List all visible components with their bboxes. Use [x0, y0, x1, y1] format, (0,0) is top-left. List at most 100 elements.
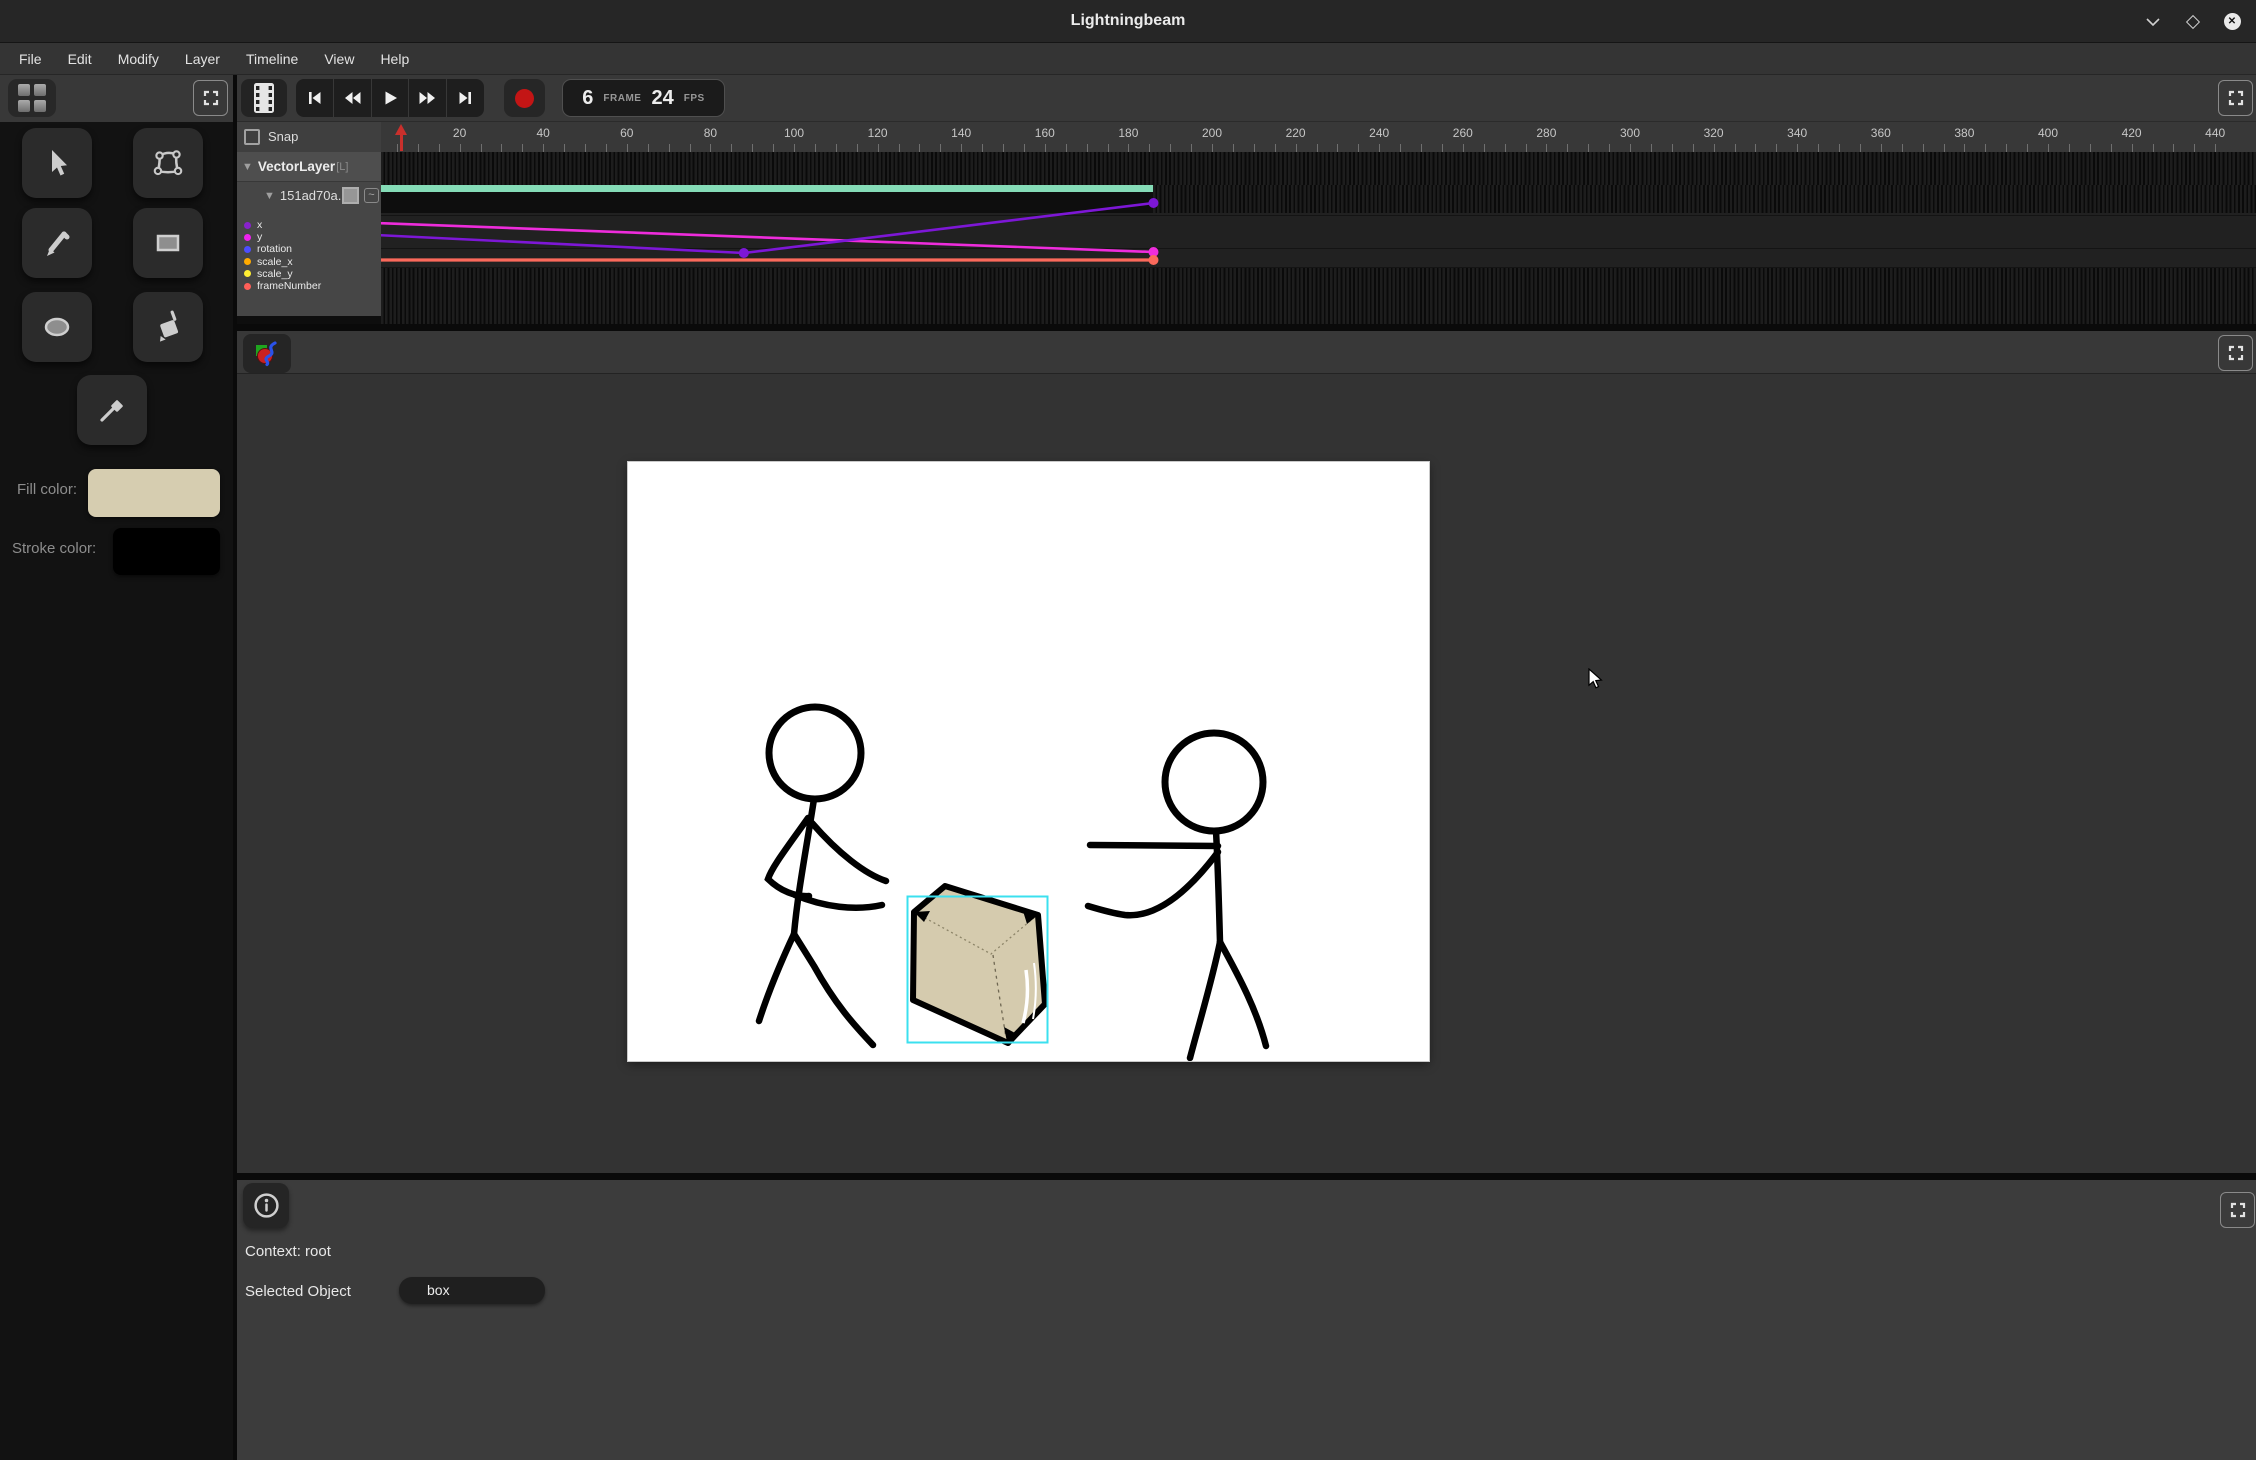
menu-item-help[interactable]: Help	[367, 43, 422, 75]
property-row-x[interactable]: x	[237, 219, 381, 231]
timeline-menu-button[interactable]	[241, 79, 287, 117]
transform-icon	[150, 145, 186, 181]
playhead-icon[interactable]	[395, 124, 407, 135]
film-strip-icon	[254, 83, 274, 113]
timeline-expand-button[interactable]	[2218, 80, 2253, 116]
symbol-row[interactable]: ▼ 151ad70a... ~	[237, 182, 381, 209]
window-title: Lightningbeam	[0, 0, 2256, 42]
status-panel-expand-button[interactable]	[2220, 1192, 2255, 1228]
property-color-dot	[244, 222, 251, 229]
paint-bucket-icon	[151, 310, 185, 344]
maximize-button[interactable]	[2180, 0, 2206, 43]
snap-row: Snap	[237, 122, 381, 152]
keyframe-x-88[interactable]	[739, 248, 749, 258]
ellipse-tool-button[interactable]	[22, 292, 92, 362]
menu-item-edit[interactable]: Edit	[55, 43, 105, 75]
curve-y	[381, 223, 1153, 252]
menu-item-modify[interactable]: Modify	[105, 43, 172, 75]
selected-object-label: Selected Object	[245, 1283, 351, 1300]
property-name: scale_y	[257, 268, 293, 280]
layer-row-vectorlayer[interactable]: ▼ VectorLayer [L]	[237, 152, 381, 182]
skip-to-end-button[interactable]	[447, 79, 484, 117]
pencil-tool-button[interactable]	[22, 208, 92, 278]
rewind-button[interactable]	[334, 79, 372, 117]
canvas-tab-strip	[237, 331, 2256, 374]
fill-color-label: Fill color:	[17, 481, 77, 498]
pencil-icon	[40, 226, 74, 260]
close-button[interactable]: ✕	[2219, 0, 2245, 43]
rewind-icon	[342, 88, 362, 108]
menu-item-timeline[interactable]: Timeline	[233, 43, 311, 75]
frame-value: 6	[582, 87, 593, 110]
canvas-workspace[interactable]	[237, 374, 2256, 1173]
record-button[interactable]	[504, 79, 545, 117]
scene-tab-button[interactable]	[243, 334, 291, 373]
paint-bucket-tool-button[interactable]	[133, 292, 203, 362]
property-color-dot	[244, 283, 251, 290]
canvas-expand-button[interactable]	[2218, 335, 2253, 371]
ellipse-icon	[40, 310, 74, 344]
minimize-button[interactable]	[2140, 0, 2166, 43]
play-icon	[380, 88, 400, 108]
fps-value: 24	[651, 87, 673, 110]
timeline-tracks[interactable]: 0204060801001201401601802002202402602803…	[381, 122, 2256, 324]
timeline-panel: Snap ▼ VectorLayer [L] ▼ 151ad70a... ~ x…	[237, 122, 2256, 324]
eyedropper-tool-button[interactable]	[77, 375, 147, 445]
fast-forward-button[interactable]	[409, 79, 447, 117]
stick-figure-right[interactable]	[1088, 733, 1266, 1058]
property-row-y[interactable]: y	[237, 231, 381, 243]
box-object[interactable]	[908, 886, 1048, 1043]
transform-tool-button[interactable]	[133, 128, 203, 198]
stroke-color-swatch[interactable]	[113, 528, 220, 575]
fast-forward-icon	[418, 88, 438, 108]
stick-figure-left[interactable]	[759, 707, 886, 1045]
stage[interactable]	[628, 462, 1429, 1061]
eyedropper-icon	[95, 393, 129, 427]
property-list: xyrotationscale_xscale_yframeNumber	[237, 209, 381, 292]
mouse-cursor	[1588, 668, 1608, 690]
layer-name: VectorLayer	[258, 159, 335, 174]
tools-panel-expand-button[interactable]	[193, 80, 228, 116]
stroke-color-label: Stroke color:	[12, 540, 96, 557]
fill-color-swatch[interactable]	[88, 469, 220, 517]
info-button[interactable]	[243, 1183, 289, 1228]
skip-to-start-button[interactable]	[296, 79, 334, 117]
tools-grid-button[interactable]	[8, 79, 56, 117]
property-row-rotation[interactable]: rotation	[237, 243, 381, 255]
symbol-name: 151ad70a...	[280, 188, 349, 203]
property-row-frameNumber[interactable]: frameNumber	[237, 280, 381, 292]
skip-to-end-icon	[456, 88, 476, 108]
visibility-toggle[interactable]	[342, 187, 359, 204]
select-tool-button[interactable]	[22, 128, 92, 198]
selected-object-value[interactable]: box	[399, 1277, 545, 1304]
property-color-dot	[244, 234, 251, 241]
playhead-stem[interactable]	[400, 135, 403, 151]
property-name: frameNumber	[257, 280, 321, 292]
layers-panel: ▼ VectorLayer [L] ▼ 151ad70a... ~ xyrota…	[237, 152, 381, 316]
panel-divider	[237, 324, 2256, 331]
context-label: Context: root	[245, 1243, 331, 1260]
fullscreen-icon	[2230, 1202, 2246, 1218]
fullscreen-icon	[2228, 90, 2244, 106]
property-name: y	[257, 231, 262, 243]
property-row-scale_y[interactable]: scale_y	[237, 268, 381, 280]
diamond-icon	[2186, 14, 2200, 28]
snap-checkbox[interactable]	[244, 129, 260, 145]
play-button[interactable]	[372, 79, 410, 117]
tween-toggle[interactable]: ~	[364, 188, 379, 203]
status-panel: Context: root Selected Object box	[237, 1180, 2256, 1460]
menu-item-view[interactable]: View	[311, 43, 367, 75]
collapse-triangle-icon[interactable]: ▼	[264, 190, 275, 202]
rectangle-tool-button[interactable]	[133, 208, 203, 278]
collapse-triangle-icon[interactable]: ▼	[242, 161, 253, 173]
frame-counter: 6 FRAME 24 FPS	[562, 79, 725, 117]
keyframe-frameNumber-186[interactable]	[1148, 255, 1158, 265]
property-row-scale_x[interactable]: scale_x	[237, 256, 381, 268]
property-color-dot	[244, 246, 251, 253]
keyframe-x-186[interactable]	[1148, 198, 1158, 208]
stage-canvas[interactable]	[628, 462, 1429, 1061]
menu-item-file[interactable]: File	[6, 43, 55, 75]
property-name: x	[257, 219, 262, 231]
timeline-toolbar: 6 FRAME 24 FPS	[237, 75, 2256, 122]
menu-item-layer[interactable]: Layer	[172, 43, 233, 75]
